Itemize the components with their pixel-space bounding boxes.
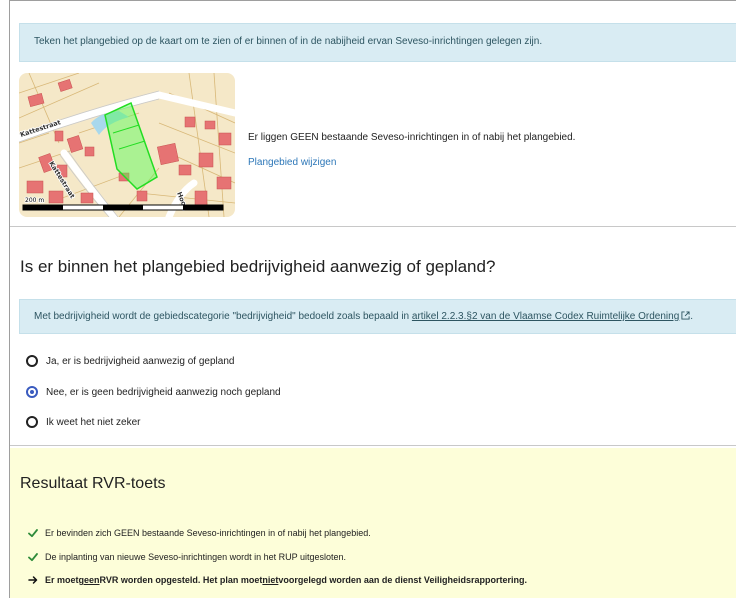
radio-button[interactable] (26, 416, 38, 428)
question-section: Is er binnen het plangebied bedrijvighei… (10, 228, 736, 446)
result-item: De inplanting van nieuwe Seveso-inrichti… (28, 552, 346, 562)
question-info-banner: Met bedrijvigheid wordt de gebiedscatego… (19, 299, 736, 334)
conclusion-text-a: Er moet (45, 575, 79, 585)
info-text: Met bedrijvigheid wordt de gebiedscatego… (34, 311, 412, 322)
question-title: Is er binnen het plangebied bedrijvighei… (20, 257, 496, 276)
result-item: Er bevinden zich GEEN bestaande Seveso-i… (28, 528, 371, 538)
map-section: Teken het plangebied op de kaart om te z… (10, 1, 736, 227)
conclusion-text-niet: niet (262, 575, 279, 585)
radio-option-unsure[interactable]: Ik weet het niet zeker (26, 414, 141, 430)
result-section: Resultaat RVR-toets Er bevinden zich GEE… (10, 448, 736, 598)
radio-label: Nee, er is geen bedrijvigheid aanwezig n… (46, 386, 281, 398)
scale-label: 200 m (25, 197, 44, 204)
page-frame: Teken het plangebied op de kaart om te z… (9, 0, 736, 598)
codex-article-link[interactable]: artikel 2.2.3.§2 van de Vlaamse Codex Ru… (412, 311, 679, 322)
map-result-text: Er liggen GEEN bestaande Seveso-inrichti… (248, 132, 576, 143)
result-conclusion: Er moet geen RVR worden opgesteld. Het p… (28, 575, 527, 585)
info-banner: Teken het plangebied op de kaart om te z… (19, 23, 736, 62)
result-item-text: De inplanting van nieuwe Seveso-inrichti… (45, 552, 347, 562)
conclusion-text-geen: geen (78, 575, 100, 585)
arrow-right-icon (28, 576, 38, 584)
radio-option-yes[interactable]: Ja, er is bedrijvigheid aanwezig of gepl… (26, 353, 234, 369)
radio-option-no[interactable]: Nee, er is geen bedrijvigheid aanwezig n… (26, 384, 281, 400)
conclusion-text-c: RVR worden opgesteld. Het plan moet (99, 575, 263, 585)
map-image: Kattestraat Kattestraat Hoog 200 m (19, 73, 235, 217)
radio-button[interactable] (26, 386, 38, 398)
radio-label: Ja, er is bedrijvigheid aanwezig of gepl… (46, 355, 235, 367)
map-thumbnail[interactable]: Kattestraat Kattestraat Hoog 200 m (19, 73, 235, 217)
result-title: Resultaat RVR-toets (20, 475, 166, 492)
info-suffix: . (690, 311, 694, 322)
radio-button[interactable] (26, 355, 38, 367)
external-link-icon[interactable] (681, 311, 690, 320)
conclusion-text-e: voorgelegd worden aan de dienst Veilighe… (278, 575, 527, 585)
check-icon (28, 553, 38, 562)
change-plan-area-link[interactable]: Plangebied wijzigen (248, 157, 336, 168)
result-item-text: Er bevinden zich GEEN bestaande Seveso-i… (45, 528, 371, 538)
check-icon (28, 529, 38, 538)
radio-label: Ik weet het niet zeker (46, 416, 141, 428)
